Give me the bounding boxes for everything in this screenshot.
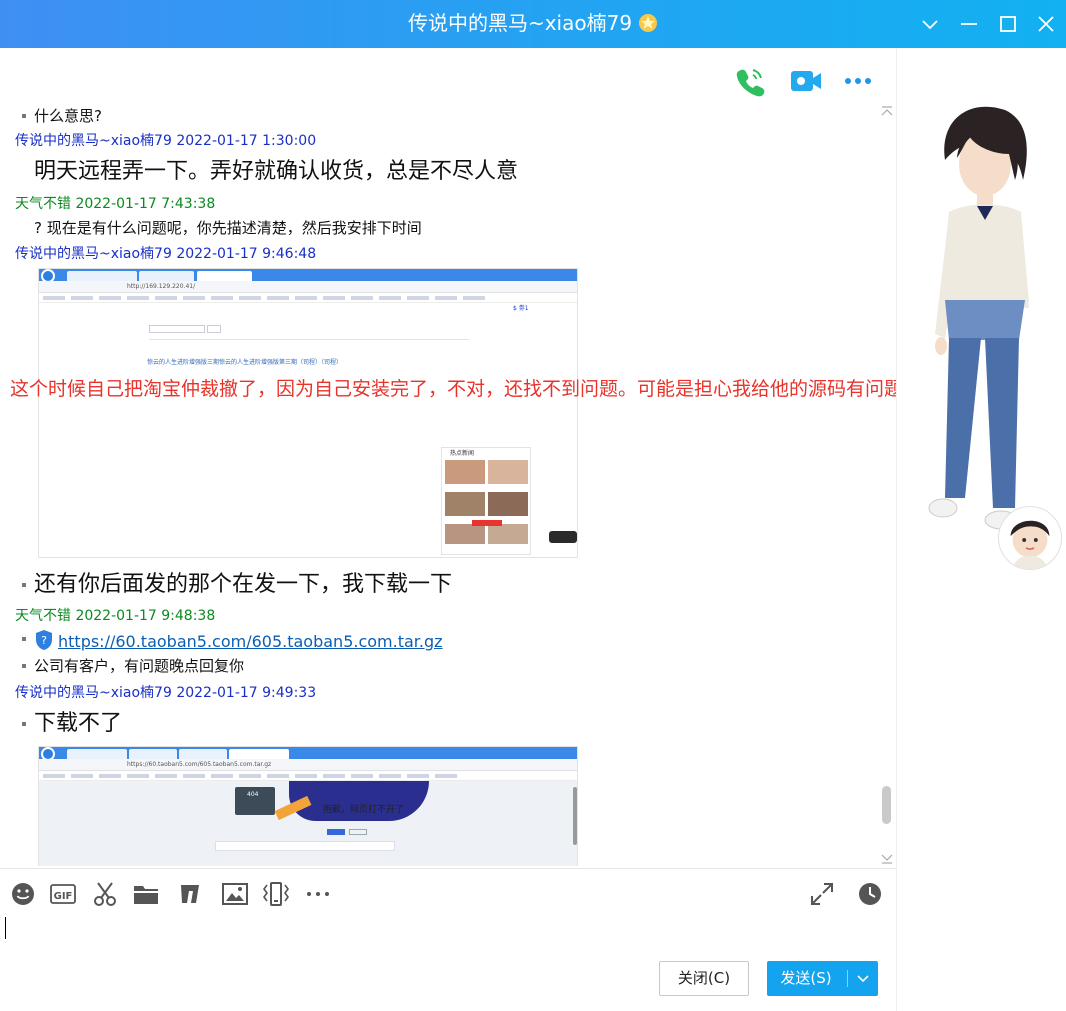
scrollbar-thumb[interactable] (882, 786, 891, 824)
message-text[interactable]: 什么意思? (22, 106, 102, 126)
emoji-icon[interactable] (10, 881, 36, 907)
maximize-icon[interactable] (996, 12, 1020, 36)
chevron-down-icon[interactable] (852, 961, 874, 996)
send-button[interactable]: 发送(S) (767, 961, 878, 996)
close-icon[interactable] (1034, 12, 1058, 36)
title-bar[interactable]: 传说中的黑马~xiao楠79 (0, 0, 1066, 48)
gif-icon[interactable]: GIF (50, 881, 76, 907)
history-icon[interactable] (857, 881, 883, 907)
image-icon[interactable] (222, 881, 248, 907)
expand-icon[interactable] (809, 881, 835, 907)
download-link[interactable]: https://60.taoban5.com/605.taoban5.com.t… (58, 632, 443, 651)
vip-badge-icon (638, 13, 658, 33)
message-text[interactable]: 还有你后面发的那个在发一下，我下载一下 (22, 571, 452, 599)
annotation-text: 这个时候自己把淘宝仲裁撤了，因为自己安装完了，不对，还找不到问题。可能是担心我给… (10, 378, 923, 400)
folder-icon[interactable] (133, 881, 159, 907)
screenshot-image[interactable]: https://60.taoban5.com/605.taoban5.com.t… (38, 746, 578, 866)
message-input[interactable] (0, 906, 896, 954)
more-icon[interactable] (305, 881, 331, 907)
message-text[interactable]: 明天远程弄一下。弄好就确认收货，总是不尽人意 (22, 158, 518, 186)
message-sender: 传说中的黑马~xiao楠79 2022-01-17 1:30:00 (15, 133, 317, 149)
scroll-down-icon[interactable] (880, 850, 894, 864)
message-text[interactable]: ? 现在是有什么问题呢，你先描述清楚，然后我安排下时间 (22, 218, 422, 238)
message-link[interactable]: ? https://60.taoban5.com/605.taoban5.com.… (22, 629, 443, 652)
shield-icon: ? (34, 629, 54, 651)
close-button[interactable]: 关闭(C) (659, 961, 749, 996)
music-icon[interactable] (177, 881, 203, 907)
avatar[interactable] (998, 506, 1062, 570)
more-icon[interactable] (842, 64, 876, 98)
svg-text:GIF: GIF (54, 891, 73, 902)
chat-window: 传说中的黑马~xiao楠79 什么意思? 传说中的黑马~xiao楠79 2022… (0, 0, 1066, 1011)
phone-icon[interactable] (733, 64, 767, 98)
video-call-icon[interactable] (789, 64, 823, 98)
message-sender: 传说中的黑马~xiao楠79 2022-01-17 9:46:48 (15, 246, 317, 262)
screenshot-image[interactable]: http://169.129.220.41/ $ 劵1 惊云的人生进阶增强版三期… (38, 268, 578, 558)
chevron-down-icon[interactable] (918, 12, 942, 36)
message-list[interactable]: 什么意思? 传说中的黑马~xiao楠79 2022-01-17 1:30:00 … (0, 104, 880, 866)
message-sender: 天气不错 2022-01-17 9:48:38 (15, 608, 216, 624)
vibrate-icon[interactable] (263, 881, 289, 907)
message-text[interactable]: 公司有客户，有问题晚点回复你 (22, 656, 244, 676)
message-sender: 传说中的黑马~xiao楠79 2022-01-17 9:49:33 (15, 685, 317, 701)
minimize-icon[interactable] (957, 12, 981, 36)
scroll-up-icon[interactable] (880, 104, 894, 118)
window-title: 传说中的黑马~xiao楠79 (0, 10, 1066, 36)
scissors-icon[interactable] (92, 881, 118, 907)
svg-text:?: ? (41, 634, 47, 647)
message-sender: 天气不错 2022-01-17 7:43:38 (15, 196, 216, 212)
chat-header (0, 48, 896, 104)
message-text[interactable]: 下载不了 (22, 710, 122, 738)
